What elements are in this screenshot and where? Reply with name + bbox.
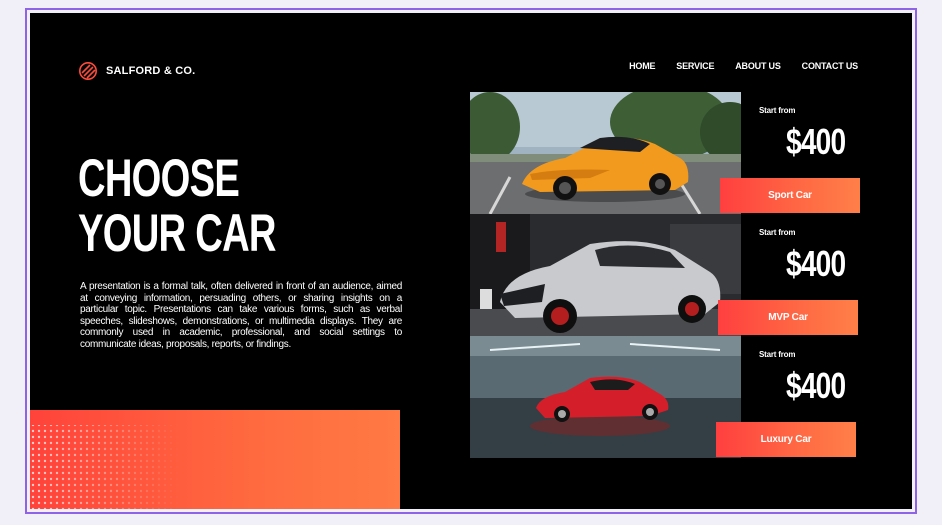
description-text: A presentation is a formal talk, often d… <box>80 281 402 350</box>
start-from-label: Start from <box>759 228 796 237</box>
dot-pattern-decoration <box>30 425 180 509</box>
silver-suv-photo <box>470 214 741 336</box>
title-line-1: CHOOSE <box>78 149 240 208</box>
price-value: $400 <box>786 365 846 406</box>
sport-car-button[interactable]: Sport Car <box>720 178 860 213</box>
slide: SALFORD & CO. HOME SERVICE ABOUT US CONT… <box>30 13 912 509</box>
orange-sports-car-photo <box>470 92 741 214</box>
red-supercar-photo <box>470 336 741 458</box>
start-from-label: Start from <box>759 350 796 359</box>
page-title: CHOOSE YOUR CAR <box>78 151 276 261</box>
nav-contact-us[interactable]: CONTACT US <box>802 61 859 71</box>
luxury-car-button[interactable]: Luxury Car <box>716 422 856 457</box>
nav-service[interactable]: SERVICE <box>676 61 714 71</box>
price-value: $400 <box>786 121 846 162</box>
orange-accent-panel <box>30 410 400 509</box>
nav-home[interactable]: HOME <box>629 61 655 71</box>
title-line-2: YOUR CAR <box>78 204 276 263</box>
top-nav: HOME SERVICE ABOUT US CONTACT US <box>629 61 858 71</box>
brand-logo[interactable]: SALFORD & CO. <box>78 61 195 81</box>
striped-circle-icon <box>79 62 97 80</box>
nav-about-us[interactable]: ABOUT US <box>735 61 781 71</box>
mvp-car-button[interactable]: MVP Car <box>718 300 858 335</box>
start-from-label: Start from <box>759 106 796 115</box>
brand-name: SALFORD & CO. <box>106 65 196 77</box>
price-value: $400 <box>786 243 846 284</box>
